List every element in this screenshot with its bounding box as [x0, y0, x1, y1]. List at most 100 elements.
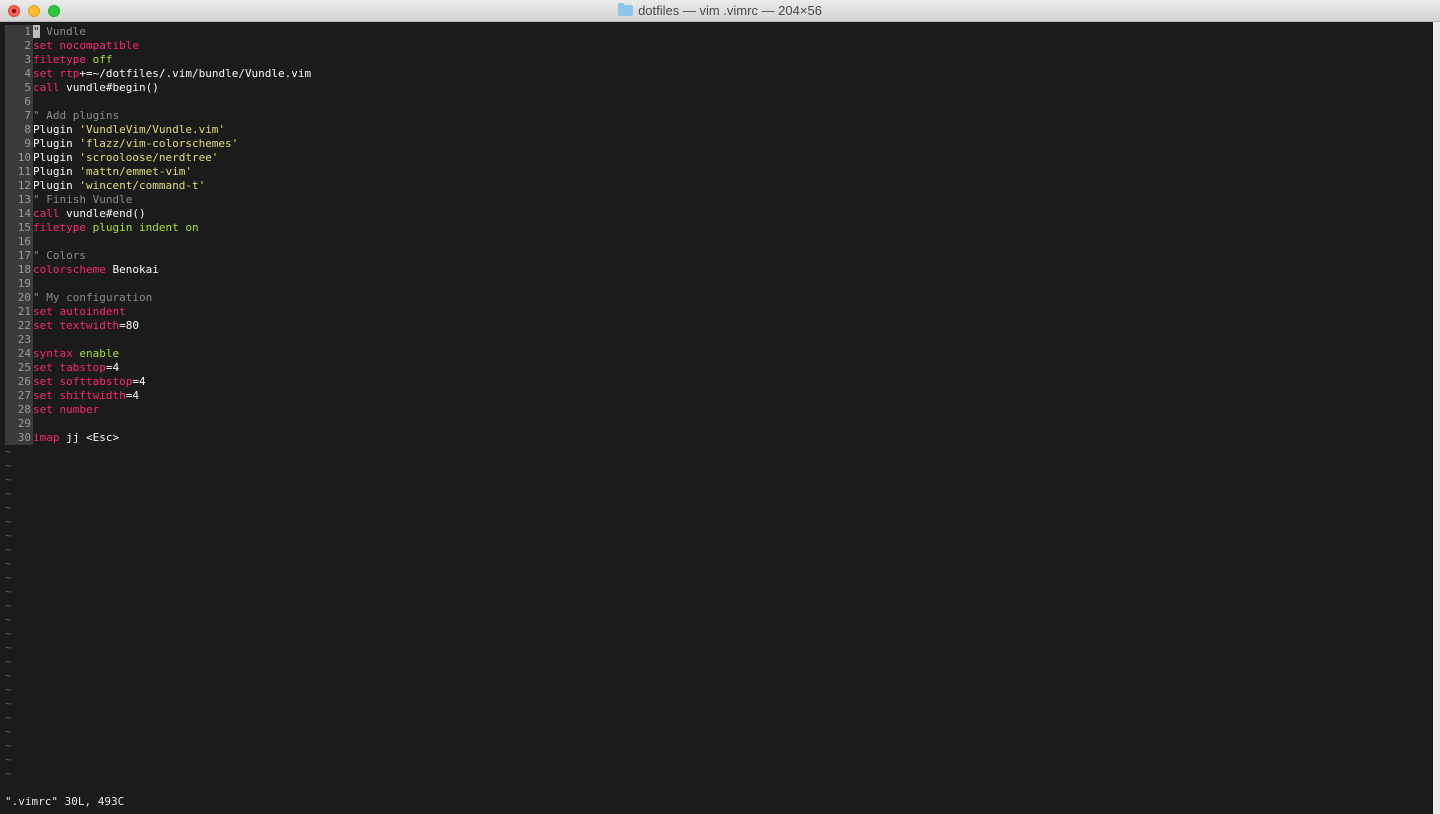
line-number: 11 — [5, 165, 33, 179]
empty-line-marker: ~ — [5, 753, 12, 766]
line-number: 15 — [5, 221, 33, 235]
code-line[interactable]: 27 set shiftwidth=4 — [5, 389, 1433, 403]
line-number: 29 — [5, 417, 33, 431]
line-number: 14 — [5, 207, 33, 221]
code-line[interactable]: 22 set textwidth=80 — [5, 319, 1433, 333]
code-line[interactable]: 20 " My configuration — [5, 291, 1433, 305]
code-token: 'scrooloose/nerdtree' — [79, 151, 219, 164]
empty-line-marker: ~ — [5, 501, 12, 514]
empty-line-marker: ~ — [5, 487, 12, 500]
code-text: colorscheme Benokai — [33, 263, 159, 276]
code-line[interactable]: 18 colorscheme Benokai — [5, 263, 1433, 277]
line-number: 10 — [5, 151, 33, 165]
line-number: 20 — [5, 291, 33, 305]
code-line[interactable]: 3 filetype off — [5, 53, 1433, 67]
code-text: set textwidth=80 — [33, 319, 139, 332]
empty-line-marker: ~ — [5, 641, 12, 654]
code-line[interactable]: 14 call vundle#end() — [5, 207, 1433, 221]
empty-line-marker: ~ — [5, 529, 12, 542]
empty-line-marker: ~ — [5, 655, 12, 668]
line-number: 27 — [5, 389, 33, 403]
code-token: 'wincent/command-t' — [79, 179, 206, 192]
line-number: 24 — [5, 347, 33, 361]
code-text: filetype off — [33, 53, 112, 66]
line-number: 4 — [5, 67, 33, 81]
code-line[interactable]: 15 filetype plugin indent on — [5, 221, 1433, 235]
code-line[interactable]: 10 Plugin 'scrooloose/nerdtree' — [5, 151, 1433, 165]
code-line[interactable]: 4 set rtp+=~/dotfiles/.vim/bundle/Vundle.… — [5, 67, 1433, 81]
line-number: 19 — [5, 277, 33, 291]
empty-line-marker: ~ — [5, 627, 12, 640]
empty-line-marker: ~ — [5, 711, 12, 724]
folder-icon — [618, 3, 634, 16]
code-text: Plugin 'flazz/vim-colorschemes' — [33, 137, 238, 150]
line-number: 23 — [5, 333, 33, 347]
vim-editor[interactable]: 1 " Vundle 2 set nocompatible 3 filetype off 4… — [5, 25, 1433, 808]
code-line[interactable]: 6 — [5, 95, 1433, 109]
terminal-window: dotfiles — vim .vimrc — 204×56 1 " Vundle… — [0, 0, 1440, 814]
code-line[interactable]: 28 set number — [5, 403, 1433, 417]
code-text: call vundle#end() — [33, 207, 146, 220]
code-line[interactable]: 7 " Add plugins — [5, 109, 1433, 123]
empty-line-marker: ~ — [5, 697, 12, 710]
code-token: vundle#begin() — [59, 81, 159, 94]
code-token: Plugin — [33, 151, 80, 164]
code-token: Plugin — [33, 179, 80, 192]
code-line[interactable]: 17 " Colors — [5, 249, 1433, 263]
code-line[interactable]: 25 set tabstop=4 — [5, 361, 1433, 375]
code-token: vundle#end() — [59, 207, 146, 220]
code-line[interactable]: 30 imap jj <Esc> — [5, 431, 1433, 445]
line-number: 3 — [5, 53, 33, 67]
empty-line-marker: ~ — [5, 599, 12, 612]
code-text: Plugin 'wincent/command-t' — [33, 179, 205, 192]
line-number: 7 — [5, 109, 33, 123]
line-number: 12 — [5, 179, 33, 193]
code-line[interactable]: 11 Plugin 'mattn/emmet-vim' — [5, 165, 1433, 179]
empty-line-marker: ~ — [5, 459, 12, 472]
code-token: =4 — [105, 361, 120, 374]
code-line[interactable]: 23 — [5, 333, 1433, 347]
window-title-text: dotfiles — vim .vimrc — 204×56 — [638, 3, 822, 18]
vim-status-line: ".vimrc" 30L, 493C — [5, 795, 125, 808]
code-token: imap — [33, 431, 60, 444]
code-token: Plugin — [33, 137, 80, 150]
code-token: +=~/dotfiles/.vim/bundle/Vundle.vim — [79, 67, 312, 80]
empty-line-marker: ~ — [5, 767, 12, 780]
code-token: 'VundleVim/Vundle.vim' — [79, 123, 226, 136]
line-number: 21 — [5, 305, 33, 319]
line-number: 2 — [5, 39, 33, 53]
code-token: set softtabstop — [33, 375, 133, 388]
code-line[interactable]: 9 Plugin 'flazz/vim-colorschemes' — [5, 137, 1433, 151]
code-line[interactable]: 12 Plugin 'wincent/command-t' — [5, 179, 1433, 193]
code-line[interactable]: 5 call vundle#begin() — [5, 81, 1433, 95]
title-bar[interactable]: dotfiles — vim .vimrc — 204×56 — [0, 0, 1440, 22]
code-token: colorscheme — [33, 263, 106, 276]
code-token: rtp — [59, 67, 80, 80]
code-line[interactable]: 16 — [5, 235, 1433, 249]
code-token: 'mattn/emmet-vim' — [79, 165, 192, 178]
code-line[interactable]: 8 Plugin 'VundleVim/Vundle.vim' — [5, 123, 1433, 137]
line-number: 9 — [5, 137, 33, 151]
code-token: filetype — [33, 221, 86, 234]
empty-line-marker: ~ — [5, 571, 12, 584]
code-text: set tabstop=4 — [33, 361, 119, 374]
code-line[interactable]: 1 " Vundle — [5, 25, 1433, 39]
code-line[interactable]: 24 syntax enable — [5, 347, 1433, 361]
code-line[interactable]: 21 set autoindent — [5, 305, 1433, 319]
code-line[interactable]: 29 — [5, 417, 1433, 431]
code-line[interactable]: 19 — [5, 277, 1433, 291]
empty-line-marker: ~ — [5, 557, 12, 570]
line-number: 5 — [5, 81, 33, 95]
code-line[interactable]: 2 set nocompatible — [5, 39, 1433, 53]
empty-line-marker: ~ — [5, 543, 12, 556]
code-token: set nocompatible — [33, 39, 139, 52]
code-line[interactable]: 13 " Finish Vundle — [5, 193, 1433, 207]
code-line[interactable]: 26 set softtabstop=4 — [5, 375, 1433, 389]
code-token: Plugin — [33, 123, 80, 136]
text-cursor: " — [33, 25, 40, 38]
code-token: set tabstop — [33, 361, 106, 374]
line-number: 25 — [5, 361, 33, 375]
line-number: 13 — [5, 193, 33, 207]
